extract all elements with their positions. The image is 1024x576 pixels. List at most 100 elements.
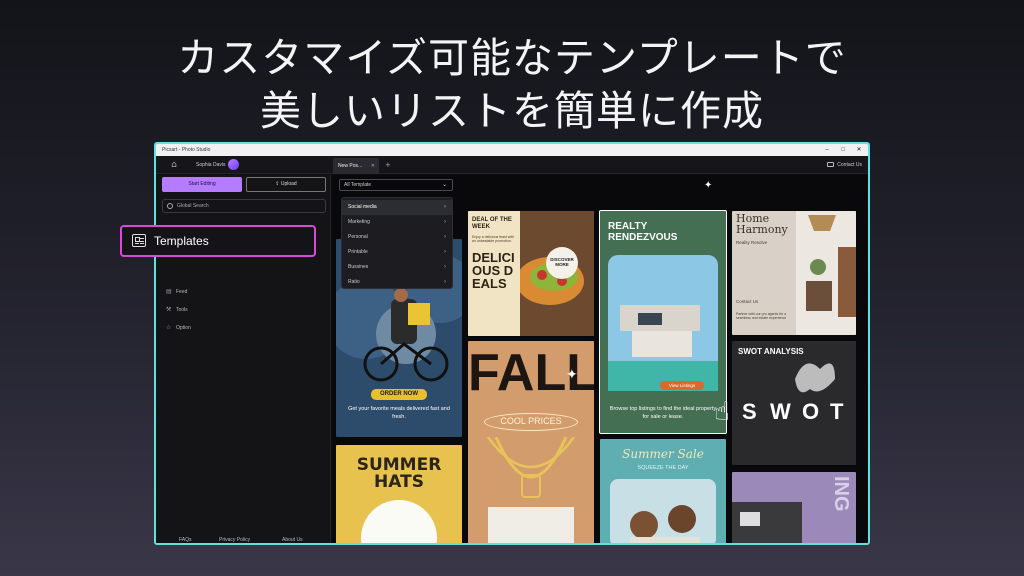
contact-label: Contact Us — [837, 162, 862, 168]
menu-item-label: Marketing — [348, 219, 370, 225]
headline-line-1: カスタマイズ可能なテンプレートで — [177, 34, 847, 82]
card-text: Browse top listings to find the ideal pr… — [609, 406, 717, 420]
swot-letter: W — [770, 399, 791, 424]
minimize-icon[interactable]: – — [820, 144, 834, 156]
card-title: SUMMER HATS — [356, 455, 442, 492]
template-card-realty-rendezvous[interactable]: REALTY RENDEZVOUS View Listings Browse t… — [599, 210, 727, 434]
faqs-link[interactable]: FAQs — [179, 537, 192, 543]
home-icon[interactable]: ⌂ — [168, 159, 180, 171]
about-us-link[interactable]: About Us — [282, 537, 303, 543]
tab-label: New Pos... — [338, 163, 363, 169]
menu-item-marketing[interactable]: Marketing › — [342, 215, 452, 230]
star-icon: ☆ — [166, 325, 172, 331]
template-card-summer-sale[interactable]: Summer Sale SQUEEZE THE DAY — [600, 439, 726, 543]
template-gallery: All Template ⌄ Social media › Marketing › … — [332, 175, 868, 543]
discover-more-badge: DISCOVER MORE — [546, 247, 578, 279]
search-placeholder: Global Search — [177, 203, 209, 209]
sidebar-item-templates[interactable]: Templates — [120, 225, 316, 257]
sidebar-item-label: Templates — [154, 234, 209, 248]
chevron-right-icon: › — [444, 249, 446, 255]
window-title: Picsart - Photo Studio — [162, 147, 211, 153]
sidebar-item-label: Option — [176, 325, 191, 331]
search-input[interactable]: Global Search — [162, 199, 326, 213]
add-tab-icon[interactable]: + — [385, 156, 391, 174]
menu-item-social-media[interactable]: Social media › — [342, 200, 452, 215]
card-sub: SQUEEZE THE DAY — [637, 465, 689, 471]
window-titlebar: Picsart - Photo Studio – □ ✕ — [156, 144, 868, 156]
chevron-right-icon: › — [444, 264, 446, 270]
headline-line-2: 美しいリストを簡単に作成 — [260, 87, 764, 135]
menu-item-label: Personal — [348, 234, 368, 240]
necklace-illustration — [486, 437, 576, 543]
tools-icon: ⚒ — [166, 307, 172, 313]
category-dropdown: Social media › Marketing › Personal › Print… — [341, 197, 453, 289]
abstract-3d-shape — [795, 363, 835, 393]
start-editing-button[interactable]: Start Editing — [162, 177, 242, 192]
chevron-right-icon: › — [444, 204, 446, 210]
feed-icon: ▤ — [166, 289, 172, 295]
menu-item-label: Printable — [348, 249, 368, 255]
menu-item-bussines[interactable]: Bussines › — [342, 260, 452, 275]
top-bar: ⌂ Sophia Davis New Pos... ✕ + Contact Us — [156, 156, 868, 174]
sparkle-icon: ✦ — [704, 180, 713, 191]
order-now-badge: ORDER NOW — [371, 389, 427, 400]
menu-item-printable[interactable]: Printable › — [342, 245, 452, 260]
close-window-icon[interactable]: ✕ — [852, 144, 866, 156]
card-sub: Reality Resolve — [736, 240, 768, 245]
card-sub: COOL PRICES — [484, 413, 578, 431]
tab-close-icon[interactable]: ✕ — [371, 158, 375, 174]
card-kicker: DEAL OF THE WEEK — [472, 217, 512, 230]
card-title: DELICIOUS DEALS — [472, 250, 515, 291]
app-window: Picsart - Photo Studio – □ ✕ ⌂ Sophia Da… — [154, 142, 870, 545]
template-card-fall[interactable]: FALL COOL PRICES ✦ — [468, 341, 594, 543]
contact-us-label: Contact Us — [736, 299, 759, 304]
card-title: ING — [830, 476, 852, 512]
card-title: Home Harmony — [736, 212, 788, 236]
filter-selected: All Template — [344, 182, 372, 188]
upload-label: Upload — [280, 181, 297, 187]
template-card-ing[interactable]: ING — [732, 472, 856, 543]
template-card-swot[interactable]: SWOT ANALYSIS S W O T — [732, 341, 856, 465]
chevron-right-icon: › — [444, 234, 446, 240]
menu-item-label: Ratio — [348, 279, 360, 285]
template-card-summer-hats[interactable]: SUMMER HATS — [336, 445, 462, 543]
sidebar-item-label: Tools — [176, 307, 188, 313]
chat-icon — [827, 162, 835, 167]
menu-item-label: Bussines — [348, 264, 369, 270]
avatar[interactable] — [228, 159, 239, 170]
menu-item-personal[interactable]: Personal › — [342, 230, 452, 245]
house-illustration — [608, 255, 718, 391]
maximize-icon[interactable]: □ — [836, 144, 850, 156]
pointer-hand-icon: ☝ — [714, 397, 730, 427]
sidebar-item-feed[interactable]: ▤ Feed — [166, 288, 187, 295]
template-card-deal-of-week[interactable]: DEAL OF THE WEEK Enjoy a delicious feast… — [468, 211, 594, 336]
chevron-right-icon: › — [444, 219, 446, 225]
upload-button[interactable]: ⇪ Upload — [246, 177, 326, 192]
room-illustration — [796, 211, 856, 335]
view-listings-button[interactable]: View Listings — [660, 381, 704, 390]
card-text: Get your favorite meals delivered fast a… — [348, 406, 450, 420]
search-icon — [167, 203, 173, 209]
contact-us-link[interactable]: Contact Us — [827, 156, 862, 174]
card-title: Summer Sale — [622, 447, 704, 461]
swot-letter: S — [742, 399, 757, 424]
privacy-policy-link[interactable]: Privacy Policy — [219, 537, 250, 543]
sidebar-item-option[interactable]: ☆ Option — [166, 324, 191, 331]
chevron-down-icon: ⌄ — [441, 182, 447, 188]
swot-letter: O — [802, 399, 820, 424]
tab-new-post[interactable]: New Pos... ✕ — [333, 158, 379, 174]
sidebar-item-label: Feed — [176, 289, 188, 295]
template-filter-select[interactable]: All Template ⌄ — [339, 179, 453, 191]
card-title: REALTY RENDEZVOUS — [608, 221, 678, 243]
card-text: Partner with our pro agents for a seamle… — [736, 312, 787, 320]
swot-letter: T — [830, 399, 844, 424]
sidebar-item-tools[interactable]: ⚒ Tools — [166, 306, 188, 313]
template-card-home-harmony[interactable]: Home Harmony Reality Resolve Contact Us … — [732, 211, 856, 335]
hat-illustration — [361, 500, 437, 543]
sparkle-icon: ✦ — [566, 367, 578, 383]
templates-icon — [132, 234, 146, 247]
card-sub: Enjoy a delicious feast with an unbeatab… — [472, 235, 515, 243]
couple-photo — [610, 479, 716, 543]
chevron-right-icon: › — [444, 279, 446, 285]
menu-item-ratio[interactable]: Ratio › — [342, 275, 452, 290]
